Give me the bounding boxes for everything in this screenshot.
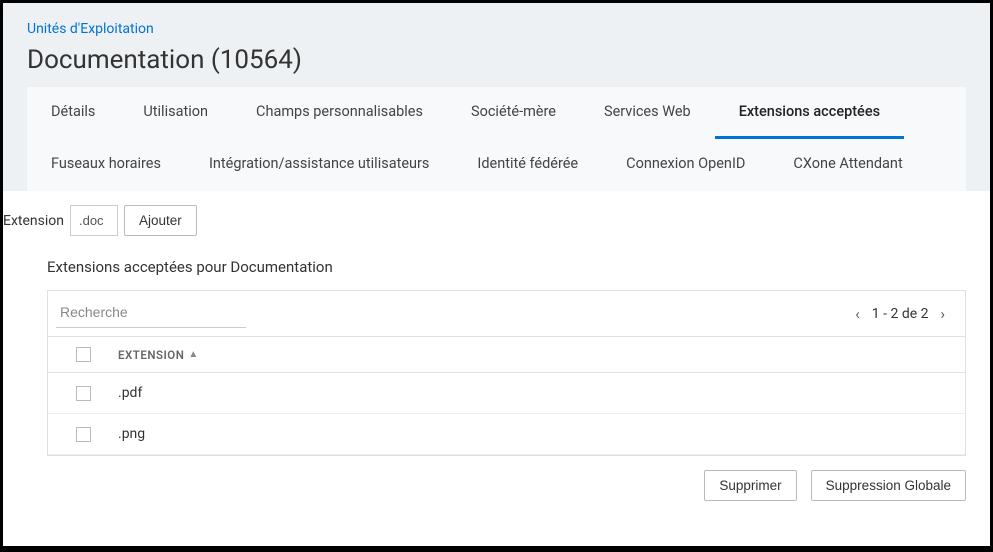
tab-details[interactable]: Détails [27,87,119,139]
table-row: .pdf [48,373,965,414]
column-header-extension[interactable]: EXTENSION ▲ [118,348,199,362]
tab-openid[interactable]: Connexion OpenID [602,139,769,191]
search-wrap [56,299,246,328]
row-checkbox[interactable] [76,427,91,442]
tab-integration[interactable]: Intégration/assistance utilisateurs [185,139,453,191]
page-title: Documentation (10564) [27,45,966,75]
tab-champs[interactable]: Champs personnalisables [232,87,447,139]
extension-cell: .pdf [118,385,142,401]
delete-button[interactable]: Supprimer [704,470,796,501]
tab-societe[interactable]: Société-mère [447,87,580,139]
add-button[interactable]: Ajouter [124,205,197,236]
extension-input[interactable] [70,205,118,236]
tabs-container: Détails Utilisation Champs personnalisab… [27,87,966,191]
table-header: EXTENSION ▲ [48,336,965,373]
tab-identite[interactable]: Identité fédérée [453,139,602,191]
pagination-text: 1 - 2 de 2 [872,306,929,322]
pagination-next-icon[interactable]: › [940,305,945,323]
row-checkbox[interactable] [76,386,91,401]
tab-fuseaux[interactable]: Fuseaux horaires [27,139,185,191]
extension-cell: .png [118,426,145,442]
tab-services-web[interactable]: Services Web [580,87,715,139]
search-icon[interactable] [241,303,242,321]
tab-extensions[interactable]: Extensions acceptées [715,87,904,139]
global-delete-button[interactable]: Suppression Globale [811,470,966,501]
pagination: ‹ 1 - 2 de 2 › [855,305,945,323]
extension-label: Extension [3,213,64,229]
tab-utilisation[interactable]: Utilisation [119,87,232,139]
table-row: .png [48,414,965,455]
section-title: Extensions acceptées pour Documentation [47,258,990,276]
sort-asc-icon: ▲ [188,349,198,360]
breadcrumb[interactable]: Unités d'Exploitation [27,21,966,37]
column-header-extension-label: EXTENSION [118,348,184,362]
table-container: ‹ 1 - 2 de 2 › EXTENSION ▲ .pdf [47,290,966,456]
pagination-prev-icon[interactable]: ‹ [855,305,860,323]
search-input[interactable] [60,304,241,320]
tab-cxone[interactable]: CXone Attendant [769,139,926,191]
select-all-checkbox[interactable] [76,347,91,362]
